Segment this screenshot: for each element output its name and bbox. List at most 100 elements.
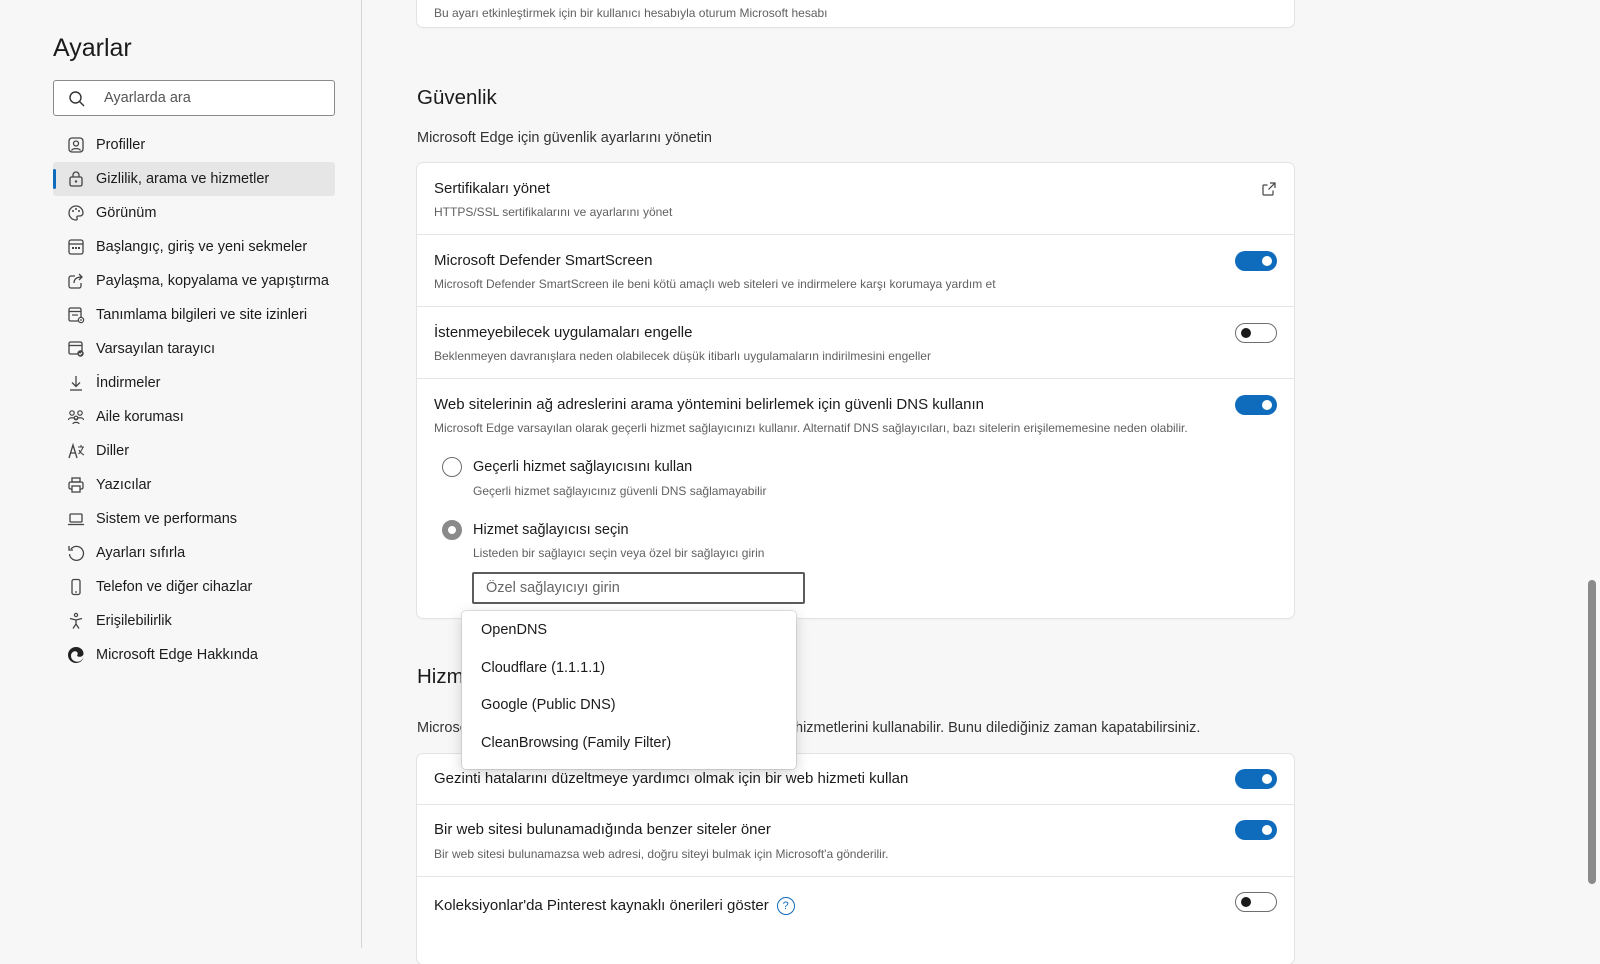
sidebar-item-label: Görünüm <box>96 205 157 221</box>
similar-sites-toggle[interactable] <box>1235 820 1277 840</box>
nav-errors-toggle[interactable] <box>1235 769 1277 789</box>
choose-provider-desc: Listeden bir sağlayıcı seçin veya özel b… <box>473 546 765 560</box>
similar-sites-row: Bir web sitesi bulunamadığında benzer si… <box>417 805 1294 877</box>
sidebar-item-label: Varsayılan tarayıcı <box>96 341 216 357</box>
dns-provider-dropdown: OpenDNS Cloudflare (1.1.1.1) Google (Pub… <box>462 611 796 769</box>
page-title: Ayarlar <box>53 34 132 62</box>
nav-errors-title: Gezinti hatalarını düzeltmeye yardımcı o… <box>434 770 909 787</box>
custom-provider-input[interactable] <box>472 572 805 604</box>
secure-dns-row: Web sitelerinin ağ adreslerini arama yön… <box>417 379 1294 618</box>
sidebar-item-label: Paylaşma, kopyalama ve yapıştırma <box>96 273 329 289</box>
services-desc-right: hizmetlerini kullanabilir. Bunu dilediği… <box>795 720 1201 736</box>
sidebar-item-appearance[interactable]: Görünüm <box>53 196 335 230</box>
reset-icon <box>66 543 86 563</box>
external-link-icon[interactable] <box>1261 181 1277 197</box>
current-provider-desc: Geçerli hizmet sağlayıcınız güvenli DNS … <box>473 484 767 498</box>
sidebar-item-printers[interactable]: Yazıcılar <box>53 468 335 502</box>
sidebar-item-label: Ayarları sıfırla <box>96 545 186 561</box>
current-provider-title: Geçerli hizmet sağlayıcısını kullan <box>473 459 693 475</box>
sidebar-item-label: Yazıcılar <box>96 477 152 493</box>
pinterest-toggle[interactable] <box>1235 892 1277 912</box>
laptop-icon <box>66 509 86 529</box>
sidebar-item-cookies[interactable]: Tanımlama bilgileri ve site izinleri <box>53 298 335 332</box>
lock-icon <box>66 169 86 189</box>
certificates-title: Sertifikaları yönet <box>434 180 550 197</box>
sidebar-item-label: Telefon ve diğer cihazlar <box>96 579 253 595</box>
similar-sites-title: Bir web sitesi bulunamadığında benzer si… <box>434 821 771 838</box>
sidebar-item-label: Gizlilik, arama ve hizmetler <box>96 171 270 187</box>
choose-provider-title: Hizmet sağlayıcısı seçin <box>473 522 629 538</box>
pua-title: İstenmeyebilecek uygulamaları engelle <box>434 324 693 341</box>
sidebar-item-profiles[interactable]: Profiller <box>53 128 335 162</box>
share-icon <box>66 271 86 291</box>
sidebar-item-label: Profiller <box>96 137 146 153</box>
printer-icon <box>66 475 86 495</box>
sidebar-item-label: Erişilebilirlik <box>96 613 172 629</box>
sidebar-item-downloads[interactable]: İndirmeler <box>53 366 335 400</box>
start-page-icon <box>66 237 86 257</box>
sidebar-item-label: Başlangıç, giriş ve yeni sekmeler <box>96 239 308 255</box>
smartscreen-desc: Microsoft Defender SmartScreen ile beni … <box>434 277 996 291</box>
secure-dns-desc: Microsoft Edge varsayılan olarak geçerli… <box>434 421 1188 435</box>
pinterest-row: Koleksiyonlar'da Pinterest kaynaklı öner… <box>417 877 1294 964</box>
sidebar-item-label: İndirmeler <box>96 375 161 391</box>
search-input[interactable] <box>102 82 326 114</box>
phone-icon <box>66 577 86 597</box>
account-card-desc: Bu ayarı etkinleştirmek için bir kullanı… <box>434 6 828 20</box>
dropdown-option-opendns[interactable]: OpenDNS <box>462 611 796 649</box>
pua-row: İstenmeyebilecek uygulamaları engelle Be… <box>417 307 1294 379</box>
scrollbar-thumb[interactable] <box>1588 580 1596 884</box>
smartscreen-title: Microsoft Defender SmartScreen <box>434 252 653 269</box>
sidebar-item-about[interactable]: Microsoft Edge Hakkında <box>53 638 335 672</box>
sidebar-item-label: Sistem ve performans <box>96 511 238 527</box>
smartscreen-row: Microsoft Defender SmartScreen Microsoft… <box>417 235 1294 307</box>
scrollbar[interactable] <box>1584 0 1600 948</box>
site-permissions-icon <box>66 305 86 325</box>
sidebar-item-privacy[interactable]: Gizlilik, arama ve hizmetler <box>53 162 335 196</box>
download-icon <box>66 373 86 393</box>
radio-choose-provider[interactable] <box>442 520 462 540</box>
dropdown-option-cleanbrowsing[interactable]: CleanBrowsing (Family Filter) <box>462 724 796 762</box>
smartscreen-toggle[interactable] <box>1235 251 1277 271</box>
help-icon[interactable]: ? <box>776 897 795 915</box>
sidebar-item-label: Diller <box>96 443 130 459</box>
profile-icon <box>66 135 86 155</box>
account-card: Bu ayarı etkinleştirmek için bir kullanı… <box>417 0 1294 27</box>
sidebar-item-label: Tanımlama bilgileri ve site izinleri <box>96 307 308 323</box>
sidebar-item-start[interactable]: Başlangıç, giriş ve yeni sekmeler <box>53 230 335 264</box>
default-browser-icon <box>66 339 86 359</box>
sidebar-item-label: Aile koruması <box>96 409 184 425</box>
sidebar-item-accessibility[interactable]: Erişilebilirlik <box>53 604 335 638</box>
palette-icon <box>66 203 86 223</box>
sidebar-item-default-browser[interactable]: Varsayılan tarayıcı <box>53 332 335 366</box>
sidebar: Ayarlar Profiller Gizlilik, arama ve hiz… <box>0 0 362 948</box>
edge-logo-icon <box>66 645 86 665</box>
secure-dns-toggle[interactable] <box>1235 395 1277 415</box>
dropdown-option-google[interactable]: Google (Public DNS) <box>462 686 796 724</box>
security-card: Sertifikaları yönet HTTPS/SSL sertifikal… <box>417 163 1294 618</box>
search-box[interactable] <box>53 80 335 116</box>
pinterest-title: Koleksiyonlar'da Pinterest kaynaklı öner… <box>434 897 769 914</box>
security-desc: Microsoft Edge için güvenlik ayarlarını … <box>417 130 712 146</box>
sidebar-item-label: Microsoft Edge Hakkında <box>96 647 258 663</box>
security-title: Güvenlik <box>417 86 497 109</box>
radio-current-provider[interactable] <box>442 457 462 477</box>
certificates-row[interactable]: Sertifikaları yönet HTTPS/SSL sertifikal… <box>417 163 1294 235</box>
similar-sites-desc: Bir web sitesi bulunamazsa web adresi, d… <box>434 847 889 861</box>
main-content: Bu ayarı etkinleştirmek için bir kullanı… <box>362 0 1600 964</box>
secure-dns-title: Web sitelerinin ağ adreslerini arama yön… <box>434 396 984 413</box>
search-icon <box>69 91 85 107</box>
family-icon <box>66 407 86 427</box>
certificates-desc: HTTPS/SSL sertifikalarını ve ayarlarını … <box>434 205 673 219</box>
sidebar-item-share[interactable]: Paylaşma, kopyalama ve yapıştırma <box>53 264 335 298</box>
sidebar-item-system[interactable]: Sistem ve performans <box>53 502 335 536</box>
pua-desc: Beklenmeyen davranışlara neden olabilece… <box>434 349 931 363</box>
sidebar-item-phone[interactable]: Telefon ve diğer cihazlar <box>53 570 335 604</box>
pua-toggle[interactable] <box>1235 323 1277 343</box>
dropdown-option-cloudflare[interactable]: Cloudflare (1.1.1.1) <box>462 649 796 687</box>
services-card: Gezinti hatalarını düzeltmeye yardımcı o… <box>417 754 1294 964</box>
sidebar-nav: Profiller Gizlilik, arama ve hizmetler G… <box>53 128 335 672</box>
sidebar-item-reset[interactable]: Ayarları sıfırla <box>53 536 335 570</box>
sidebar-item-languages[interactable]: Diller <box>53 434 335 468</box>
sidebar-item-family[interactable]: Aile koruması <box>53 400 335 434</box>
